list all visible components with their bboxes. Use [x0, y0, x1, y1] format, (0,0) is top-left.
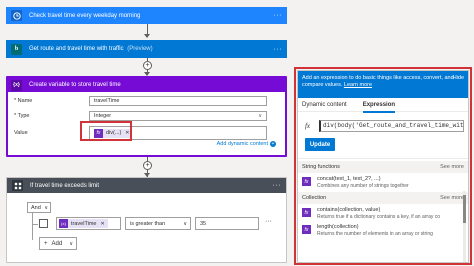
variable-token-label: travelTime	[71, 220, 97, 227]
add-icon: +	[44, 240, 48, 247]
row-more-options-icon[interactable]: ···	[265, 218, 272, 225]
variable-type-row: * Type Integer ∨	[14, 111, 267, 121]
variable-icon: {x}	[59, 219, 68, 228]
chevron-down-icon: ∨	[44, 204, 48, 211]
more-options-icon[interactable]: ···	[273, 182, 282, 189]
and-label: And	[31, 204, 41, 211]
add-icon: +	[270, 141, 276, 147]
insert-step-button[interactable]: +	[143, 161, 152, 170]
chevron-down-icon: ∨	[69, 240, 73, 247]
recurrence-step-title: Check travel time every weekday morning	[29, 12, 141, 19]
variable-name-value: travelTime	[94, 98, 120, 104]
condition-step-title: If travel time exceeds limit	[30, 182, 100, 189]
variable-name-input[interactable]: travelTime	[89, 96, 267, 106]
tree-line	[32, 213, 33, 240]
variable-step-title: Create variable to store travel time	[29, 82, 121, 88]
variable-icon: {x}	[11, 79, 22, 91]
chevron-down-icon: ∨	[258, 113, 262, 119]
condition-right-operand[interactable]: 35	[195, 217, 259, 230]
insert-step-button[interactable]: +	[143, 61, 152, 70]
add-dynamic-content-link[interactable]: Add dynamic content +	[217, 141, 276, 147]
remove-token-icon[interactable]: ✕	[100, 221, 104, 227]
add-dynamic-content-label: Add dynamic content	[216, 141, 268, 147]
name-label: * Name	[14, 98, 33, 104]
variable-type-value: Integer	[94, 113, 112, 119]
add-label: Add	[51, 240, 63, 247]
clock-icon	[11, 10, 22, 21]
value-label: Value	[14, 130, 28, 136]
bing-icon: b	[11, 43, 22, 55]
operator-select[interactable]: is greater than ∨	[125, 217, 191, 230]
operator-value: is greater than	[130, 220, 166, 227]
and-selector[interactable]: And ∨	[27, 202, 51, 213]
more-options-icon[interactable]: ···	[274, 12, 283, 19]
compare-value: 35	[200, 220, 207, 227]
condition-checkbox[interactable]	[39, 219, 48, 228]
variable-value-row: Value fx div(...) ✕	[14, 126, 267, 140]
variable-step-header[interactable]: {x} Create variable to store travel time	[8, 78, 285, 92]
condition-icon	[12, 180, 23, 191]
highlight-box	[80, 121, 132, 141]
tree-line	[32, 224, 38, 225]
more-options-icon[interactable]: ···	[274, 46, 283, 53]
bing-route-step-title: Get route and travel time with traffic (…	[29, 46, 153, 52]
condition-step[interactable]: If travel time exceeds limit ··· And ∨ {…	[6, 177, 287, 263]
arrow-down-icon	[144, 34, 150, 38]
condition-left-operand[interactable]: {x} travelTime ✕	[56, 217, 121, 230]
variable-token[interactable]: {x} travelTime ✕	[59, 219, 108, 228]
recurrence-step[interactable]: Check travel time every weekday morning …	[6, 7, 287, 24]
bing-route-step[interactable]: b Get route and travel time with traffic…	[6, 40, 287, 58]
variable-step[interactable]: {x} Create variable to store travel time…	[6, 76, 287, 157]
type-label: * Type	[14, 113, 30, 119]
condition-step-header[interactable]: If travel time exceeds limit ···	[7, 178, 286, 193]
variable-type-select[interactable]: Integer ∨	[89, 111, 267, 121]
chevron-down-icon: ∨	[183, 220, 187, 227]
add-condition-button[interactable]: + Add ∨	[39, 237, 77, 250]
bing-route-step-header[interactable]: b Get route and travel time with traffic…	[6, 40, 287, 58]
panel-highlight-box	[294, 67, 472, 265]
recurrence-step-header[interactable]: Check travel time every weekday morning …	[6, 7, 287, 24]
variable-name-row: * Name travelTime	[14, 96, 267, 106]
